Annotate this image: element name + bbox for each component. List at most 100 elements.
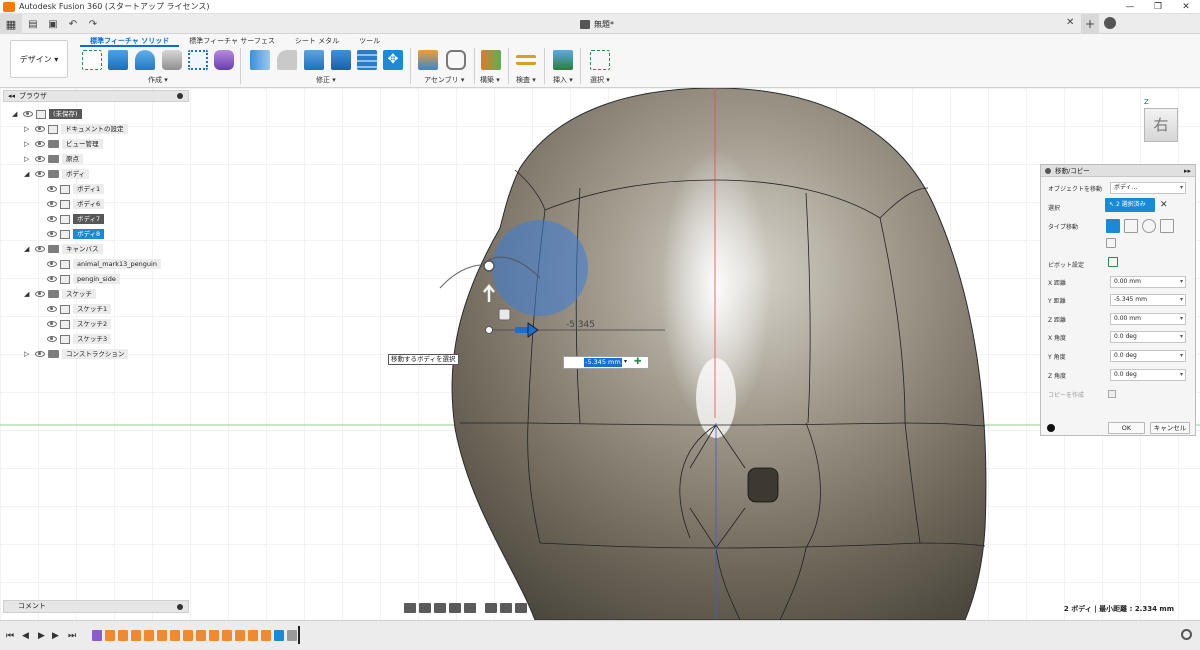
collapse-icon[interactable]: ◂◂ [8,92,15,100]
ok-button[interactable]: OK [1108,422,1145,434]
visibility-eye-icon[interactable] [35,351,45,357]
visibility-eye-icon[interactable] [35,141,45,147]
point-to-point-icon[interactable] [1160,219,1174,233]
pan-icon[interactable] [434,603,446,613]
dropdown-arrow-icon[interactable]: ▾ [1180,370,1183,380]
undo-icon[interactable]: ↶ [64,15,82,33]
dialog-menu-icon[interactable] [1045,168,1051,174]
timeline-feature-icon[interactable] [92,630,102,641]
comment-panel[interactable]: コメント [3,600,189,613]
browser-item[interactable]: ボディ6 [36,198,105,210]
timeline-feature-icon[interactable] [131,630,141,641]
expand-icon[interactable]: ▸▸ [1184,165,1191,177]
browser-item[interactable]: ◢ スケッチ [24,288,96,300]
timeline-feature-icon[interactable] [209,630,219,641]
step-forward-icon[interactable]: ▶ [52,631,59,641]
minimize-button[interactable]: — [1116,0,1144,14]
timeline-marker[interactable] [298,626,300,644]
timeline-feature-icon[interactable] [170,630,180,641]
point-to-position-icon[interactable] [1106,238,1116,248]
select-icon[interactable] [590,50,610,70]
fillet-icon[interactable] [277,50,297,70]
expand-toggle-icon[interactable]: ▷ [24,125,32,133]
browser-item[interactable]: ボディ8 [36,228,105,240]
expand-toggle-icon[interactable]: ◢ [12,110,20,118]
dropdown-arrow-icon[interactable]: ▾ [1180,295,1183,305]
dropdown-arrow-icon[interactable]: ▾ [1180,332,1183,342]
tab-surface[interactable]: 標準フィーチャ サーフェス [179,35,285,47]
combine-icon[interactable] [331,50,351,70]
tab-tools[interactable]: ツール [349,35,390,47]
orbit-icon[interactable] [404,603,416,613]
move-copy-icon[interactable]: ✥ [383,50,403,70]
grid-settings-icon[interactable] [500,603,512,613]
timeline-feature-icon[interactable] [235,630,245,641]
expand-toggle-icon[interactable]: ▷ [24,155,32,163]
new-component-icon[interactable] [418,50,438,70]
shell-icon[interactable] [304,50,324,70]
measure-pick-icon[interactable]: ✚ [634,357,642,367]
cancel-button[interactable]: キャンセル [1150,422,1190,434]
dialog-value-field[interactable]: 0.00 mm ▾ [1110,276,1186,288]
gizmo-rotate-handle[interactable] [483,260,495,272]
visibility-eye-icon[interactable] [47,231,57,237]
visibility-eye-icon[interactable] [47,261,57,267]
expand-toggle-icon[interactable]: ◢ [24,245,32,253]
visibility-eye-icon[interactable] [23,111,33,117]
browser-item[interactable]: ▷ 原点 [24,153,83,165]
new-tab-button[interactable]: + [1081,14,1099,34]
translate-icon[interactable] [1124,219,1138,233]
expand-toggle-icon[interactable]: ◢ [24,290,32,298]
rotate-icon[interactable] [1142,219,1156,233]
timeline-feature-icon[interactable] [274,630,284,641]
info-icon[interactable] [1047,424,1055,432]
press-pull-icon[interactable] [250,50,270,70]
browser-item[interactable]: ボディ1 [36,183,105,195]
pin-icon[interactable] [177,604,183,610]
maximize-button[interactable]: ❐ [1144,0,1172,14]
browser-item[interactable]: ◢ キャンバス [24,243,103,255]
gizmo-rotation-disc[interactable] [492,220,588,316]
create-copy-checkbox[interactable] [1108,390,1116,398]
pin-icon[interactable] [177,93,183,99]
form-icon[interactable] [188,50,208,70]
free-move-icon[interactable] [1106,219,1120,233]
visibility-eye-icon[interactable] [47,306,57,312]
dialog-value-field[interactable]: 0.0 deg ▾ [1110,369,1186,381]
expand-toggle-icon[interactable]: ◢ [24,170,32,178]
browser-item[interactable]: ボディ7 [36,213,105,225]
dropdown-arrow-icon[interactable]: ▾ [1180,183,1183,193]
joint-icon[interactable] [446,50,466,70]
fit-icon[interactable] [464,603,476,613]
timeline-feature-icon[interactable] [248,630,258,641]
save-icon[interactable]: ▣ [44,15,62,33]
step-back-icon[interactable]: ◀ [22,631,29,641]
pivot-set-icon[interactable] [1108,257,1118,267]
timeline-feature-icon[interactable] [118,630,128,641]
dropdown-arrow-icon[interactable]: ▾ [1180,314,1183,324]
measure-icon[interactable] [516,55,536,65]
viewports-icon[interactable] [515,603,527,613]
view-cube[interactable]: 右 [1144,108,1178,142]
timeline-feature-icon[interactable] [183,630,193,641]
redo-icon[interactable]: ↷ [84,15,102,33]
dropdown-arrow-icon[interactable]: ▾ [624,358,627,365]
go-to-start-icon[interactable]: ⏮ [6,631,14,641]
visibility-eye-icon[interactable] [35,126,45,132]
browser-item[interactable]: ◢ (未保存) [12,108,82,120]
dialog-value-field[interactable]: 0.0 deg ▾ [1110,350,1186,362]
tab-solid[interactable]: 標準フィーチャ ソリッド [80,35,180,47]
browser-item[interactable]: ▷ コンストラクション [24,348,129,360]
timeline-feature-icon[interactable] [261,630,271,641]
expand-toggle-icon[interactable]: ▷ [24,350,32,358]
selection-chip[interactable]: ↖ 2 選択済み [1105,198,1155,212]
group-construct-label[interactable]: 構築 ▾ [480,75,500,85]
extrude-icon[interactable] [108,50,128,70]
browser-item[interactable]: ▷ ビュー管理 [24,138,103,150]
display-settings-icon[interactable] [485,603,497,613]
object-type-select[interactable]: ボディ... ▾ [1110,182,1186,194]
group-select-label[interactable]: 選択 ▾ [590,75,610,85]
browser-item[interactable]: animal_mark13_penguin [36,258,161,270]
distance-input[interactable]: -5.345 mm ▾ ✚ [563,356,649,369]
timeline-feature-icon[interactable] [287,630,297,641]
